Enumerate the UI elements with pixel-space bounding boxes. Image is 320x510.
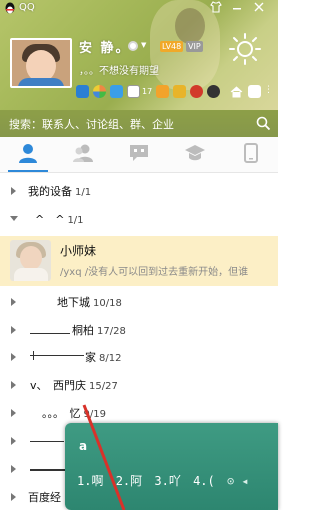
scribble-mark [33,351,34,360]
message-box-icon[interactable] [248,85,261,98]
avatar-shirt [18,78,64,86]
chevron-right-icon [11,187,16,195]
scribble-mark [30,355,84,356]
game-icon[interactable] [190,85,203,98]
qq-logo-icon [5,2,15,14]
scribble-mark [30,469,70,471]
ime-candidate[interactable]: 3.吖 [154,474,180,488]
tab-school[interactable] [177,142,213,168]
app-title: QQ [19,2,35,13]
tab-groups[interactable] [65,142,101,168]
tencent-weibo-icon[interactable] [110,85,123,98]
search-bar[interactable]: 搜索：联系人、讨论组、群、企业 [0,110,278,137]
weather-caption [230,72,238,83]
shirt-icon [210,1,222,13]
home-icon[interactable] [230,85,243,98]
ime-candidate[interactable]: 4.( [193,474,215,488]
ime-composition: a [79,439,88,453]
chevron-right-icon [11,465,16,473]
group-label: 桐柏 17/28 [72,324,126,337]
ime-pager-icon[interactable]: ⊙ ◂ [227,474,249,488]
group-label: 。。。 忆 9/19 [42,407,106,420]
active-tab-indicator [8,170,48,172]
quick-app-bar: 17 ⋮ [76,84,276,102]
ime-candidate-list: 1.啊 2.阿 3.吖 4.( ⊙ ◂ [77,472,254,489]
search-input[interactable]: 搜索：联系人、讨论组、群、企业 [9,116,174,132]
group-item[interactable]: 。。。 忆 9/19 [0,401,278,425]
vip-badge[interactable]: VIP [186,41,203,52]
minimize-button[interactable] [228,1,246,16]
search-icon[interactable] [256,116,271,131]
tab-contacts[interactable] [10,142,46,168]
group-my-devices[interactable]: 我的设备 1/1 [0,179,278,203]
mail-count: 17 [142,87,153,96]
profile-header: QQ 安 静。 ▼ LV48 VIP ，。。不想没有期望 17 ⋮ [0,0,278,110]
chevron-right-icon [11,437,16,445]
tab-conversations[interactable] [121,142,157,168]
close-icon [254,2,264,12]
skin-icon[interactable] [207,1,225,16]
contact-avatar[interactable] [10,240,51,281]
chevron-down-icon[interactable]: ▼ [141,41,146,49]
group-label: 地下城 10/18 [57,296,122,309]
ime-candidate[interactable]: 2.阿 [116,474,142,488]
scribble-mark [30,333,70,334]
qzone-icon[interactable] [76,85,89,98]
group-label: ^ ^ 1/1 [35,213,84,226]
graduation-cap-icon [185,145,205,161]
chevron-right-icon [11,381,16,389]
group-item[interactable]: 家 8/12 [0,345,278,369]
chevron-right-icon [11,493,16,501]
avatar-face [20,246,42,270]
penguin-icon[interactable] [207,85,220,98]
more-icon[interactable]: ⋮ [264,85,277,98]
tab-phone[interactable] [233,142,269,168]
chevron-right-icon [11,353,16,361]
nickname[interactable]: 安 静。 [79,37,131,56]
group-label: 百度经 [28,491,61,504]
level-badge[interactable]: LV48 [160,41,184,52]
person-icon [19,144,37,163]
chevron-right-icon [11,298,16,306]
weishi-icon[interactable] [93,85,106,98]
group-label: 家 8/12 [85,351,122,364]
group-item[interactable]: 地下城 10/18 [0,290,278,314]
avatar-shirt [14,268,48,281]
shop-icon[interactable] [156,85,169,98]
wallet-icon[interactable] [173,85,186,98]
scribble-mark [30,441,64,442]
avatar[interactable] [10,38,72,88]
chat-bubble-icon [130,145,148,161]
minimize-icon [233,8,241,10]
group-item[interactable]: v、 西門庆 15/27 [0,373,278,397]
title-bar[interactable]: QQ [0,0,278,18]
group-expanded[interactable]: ^ ^ 1/1 [0,207,278,231]
contact-item[interactable]: 小师妹 /yxq /没有人可以回到过去重新开始，但谁 [0,236,278,286]
chevron-down-icon [10,216,18,221]
ime-candidate[interactable]: 1.啊 [77,474,103,488]
group-label: 我的设备 1/1 [28,185,92,198]
close-button[interactable] [250,1,268,16]
phone-icon [244,143,258,163]
mail-icon[interactable] [127,85,140,98]
online-status-icon[interactable] [128,41,138,51]
group-label: v、 西門庆 15/27 [30,379,118,392]
signature[interactable]: ，。。不想没有期望 [79,62,159,77]
group-icon [73,144,93,162]
chevron-right-icon [11,326,16,334]
ime-candidate-window[interactable]: a 1.啊 2.阿 3.吖 4.( ⊙ ◂ [65,423,278,510]
weather-sun-icon[interactable] [228,32,262,66]
contact-name: 小师妹 [60,244,97,258]
contact-signature: /yxq /没有人可以回到过去重新开始，但谁 [60,267,249,278]
chevron-right-icon [11,409,16,417]
main-tabs [0,137,278,173]
group-item[interactable]: 桐柏 17/28 [0,318,278,342]
